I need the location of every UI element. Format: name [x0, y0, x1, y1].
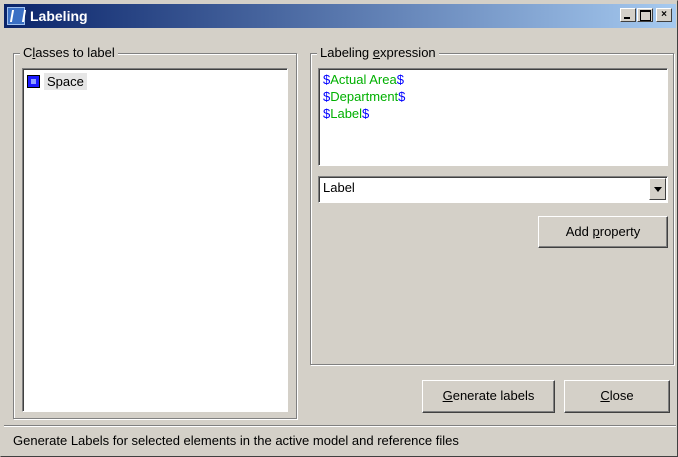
- maximize-button[interactable]: [637, 8, 653, 22]
- property-select[interactable]: Label: [318, 176, 668, 203]
- expression-group-label: Labeling expression: [317, 45, 439, 60]
- class-icon: [27, 75, 40, 88]
- close-button[interactable]: Close: [564, 380, 670, 413]
- expression-line: $Department$: [323, 89, 406, 104]
- status-bar: Generate Labels for selected elements in…: [4, 425, 676, 455]
- generate-labels-button[interactable]: Generate labels: [422, 380, 555, 413]
- expression-line: $Label$: [323, 106, 370, 121]
- classes-tree[interactable]: Space: [22, 68, 288, 412]
- classes-group: Classes to label Space: [13, 45, 297, 419]
- window-title: Labeling: [30, 8, 88, 24]
- expression-textarea[interactable]: $Actual Area$ $Department$ $Label$: [318, 68, 668, 166]
- tree-item-label: Space: [44, 73, 87, 90]
- expression-line: $Actual Area$: [323, 72, 404, 87]
- close-window-button[interactable]: ×: [656, 8, 672, 22]
- status-text: Generate Labels for selected elements in…: [13, 433, 459, 448]
- property-select-value: Label: [323, 180, 355, 195]
- app-icon: [7, 7, 25, 25]
- minimize-button[interactable]: [620, 8, 636, 22]
- labeling-window: Labeling × Classes to label Space Labeli…: [0, 0, 678, 457]
- expression-group: Labeling expression $Actual Area$ $Depar…: [310, 45, 674, 365]
- chevron-down-icon[interactable]: [649, 178, 666, 200]
- add-property-button[interactable]: Add property: [538, 216, 668, 248]
- classes-group-label: Classes to label: [20, 45, 118, 60]
- title-bar[interactable]: Labeling ×: [4, 4, 676, 28]
